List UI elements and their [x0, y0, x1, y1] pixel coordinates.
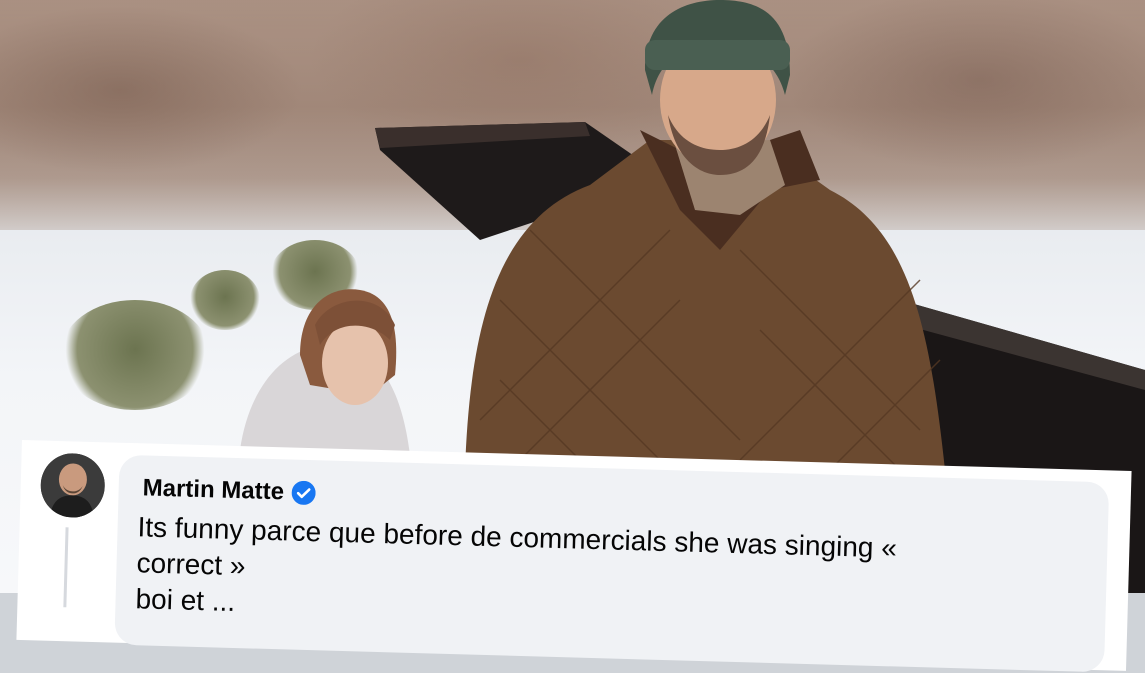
verified-badge-icon [291, 480, 316, 505]
author-name[interactable]: Martin Matte [142, 474, 284, 506]
facebook-comment: Martin Matte Its funny parce que before … [16, 440, 1132, 673]
author-row: Martin Matte [142, 471, 316, 510]
